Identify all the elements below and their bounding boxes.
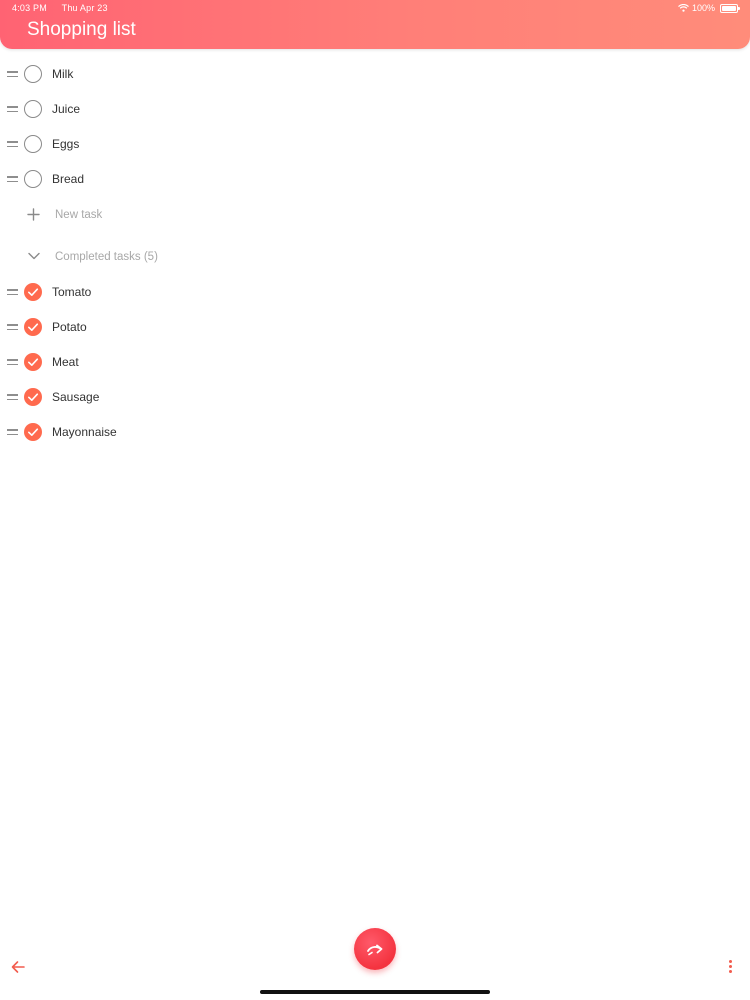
task-row[interactable]: Eggs [0,130,750,160]
task-checkbox[interactable] [24,170,42,188]
task-label: Meat [52,355,79,369]
task-checkbox[interactable] [24,65,42,83]
home-indicator [260,990,490,994]
swap-arrow-icon [367,944,383,956]
task-checkbox-checked[interactable] [24,423,42,441]
task-label: Tomato [52,285,92,299]
task-checkbox-checked[interactable] [24,318,42,336]
task-checkbox-checked[interactable] [24,388,42,406]
task-label: Sausage [52,390,100,404]
battery-icon [720,3,740,13]
app-header: 4:03 PM Thu Apr 23 100% Shopping list [0,0,750,49]
drag-handle-icon[interactable] [7,141,18,149]
task-label: Mayonnaise [52,425,117,439]
plus-icon [27,208,40,221]
arrow-left-icon[interactable] [10,959,26,975]
checkmark-icon [28,393,39,401]
chevron-down-icon [28,252,40,260]
completed-task-row[interactable]: Potato [0,313,750,343]
drag-handle-icon[interactable] [7,71,18,79]
task-row[interactable]: Bread [0,165,750,195]
drag-handle-icon[interactable] [7,106,18,114]
drag-handle-icon[interactable] [7,176,18,184]
new-task-placeholder[interactable]: New task [55,209,102,221]
task-label: Potato [52,320,87,334]
status-date: Thu Apr 23 [61,3,108,13]
task-row[interactable]: Juice [0,95,750,125]
page-title: Shopping list [27,19,136,40]
completed-task-row[interactable]: Sausage [0,383,750,413]
completed-task-row[interactable]: Tomato [0,278,750,308]
task-checkbox[interactable] [24,135,42,153]
task-row[interactable]: Milk [0,60,750,90]
task-label: Milk [52,67,74,81]
checkmark-icon [28,288,39,296]
completed-tasks-header: Completed tasks (5) [55,251,158,263]
status-bar-left: 4:03 PM Thu Apr 23 [12,3,108,13]
checkmark-icon [28,358,39,366]
task-label: Bread [52,172,85,186]
status-bar-right: 100% [678,3,740,13]
task-checkbox-checked[interactable] [24,283,42,301]
completed-section-toggle[interactable]: Completed tasks (5) [0,243,750,273]
checkmark-icon [28,323,39,331]
wifi-icon [678,4,689,12]
status-time: 4:03 PM [12,3,47,13]
task-checkbox-checked[interactable] [24,353,42,371]
battery-percent: 100% [691,3,715,13]
checkmark-icon [28,428,39,436]
swap-arrow-button[interactable] [354,928,396,970]
drag-handle-icon[interactable] [7,359,18,367]
task-checkbox[interactable] [24,100,42,118]
completed-task-row[interactable]: Mayonnaise [0,418,750,448]
drag-handle-icon[interactable] [7,394,18,402]
more-vertical-icon[interactable] [727,960,735,976]
task-label: Juice [52,102,81,116]
drag-handle-icon[interactable] [7,324,18,332]
drag-handle-icon[interactable] [7,429,18,437]
new-task-row[interactable]: New task [0,201,750,231]
drag-handle-icon[interactable] [7,289,18,297]
task-label: Eggs [52,137,80,151]
completed-task-row[interactable]: Meat [0,348,750,378]
